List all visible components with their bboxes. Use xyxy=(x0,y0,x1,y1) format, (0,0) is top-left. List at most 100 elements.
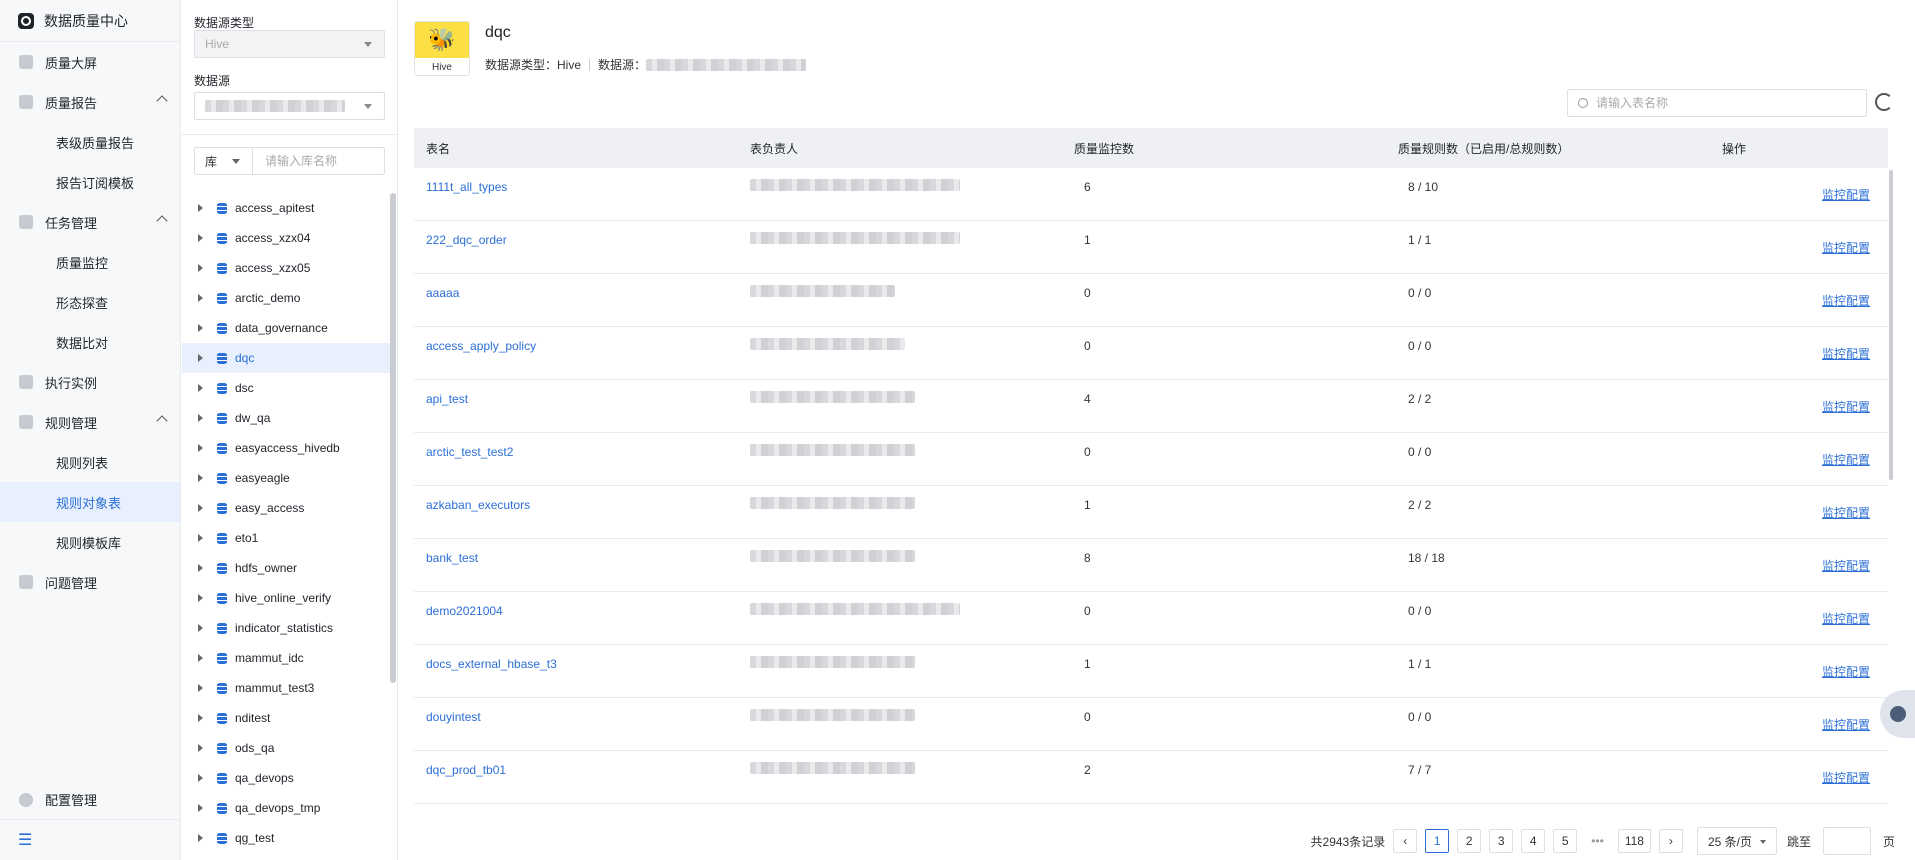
caret-right-icon[interactable] xyxy=(198,354,203,362)
tree-item[interactable]: easyaccess_hivedb xyxy=(182,433,392,463)
tree-item[interactable]: dsc xyxy=(182,373,392,403)
monitor-config-link[interactable]: 监控配置 xyxy=(1710,168,1888,203)
nav-subitem[interactable]: 规则模板库 xyxy=(0,522,180,562)
db-search-input[interactable] xyxy=(253,154,383,168)
nav-subitem[interactable]: 规则列表 xyxy=(0,442,180,482)
caret-right-icon[interactable] xyxy=(198,204,203,212)
next-page-button[interactable]: › xyxy=(1658,829,1683,853)
tree-item[interactable]: qg_test xyxy=(182,823,392,853)
page-button[interactable]: 3 xyxy=(1489,829,1514,853)
tree-item[interactable]: qa_devops xyxy=(182,763,392,793)
nav-item-2[interactable]: 任务管理 xyxy=(0,202,180,242)
tree-item[interactable]: indicator_statistics xyxy=(182,613,392,643)
table-name-link[interactable]: aaaaa xyxy=(414,274,738,300)
nav-item-0[interactable]: 质量大屏 xyxy=(0,42,180,82)
caret-right-icon[interactable] xyxy=(198,234,203,242)
caret-right-icon[interactable] xyxy=(198,294,203,302)
tree-item[interactable]: access_xzx05 xyxy=(182,253,392,283)
refresh-icon[interactable] xyxy=(1875,93,1893,111)
monitor-config-link[interactable]: 监控配置 xyxy=(1710,592,1888,627)
caret-right-icon[interactable] xyxy=(198,414,203,422)
prev-page-button[interactable]: ‹ xyxy=(1393,829,1418,853)
tree-item[interactable]: arctic_demo xyxy=(182,283,392,313)
page-size-select[interactable]: 25 条/页 xyxy=(1696,827,1777,855)
monitor-config-link[interactable]: 监控配置 xyxy=(1710,486,1888,521)
nav-subitem[interactable]: 数据比对 xyxy=(0,322,180,362)
tree-item[interactable]: mammut_test3 xyxy=(182,673,392,703)
table-search-input[interactable] xyxy=(1596,96,1856,110)
caret-right-icon[interactable] xyxy=(198,684,203,692)
caret-right-icon[interactable] xyxy=(198,654,203,662)
table-name-link[interactable]: douyintest xyxy=(414,698,738,724)
table-name-link[interactable]: arctic_test_test2 xyxy=(414,433,738,459)
nav-subitem[interactable]: 形态探查 xyxy=(0,282,180,322)
caret-right-icon[interactable] xyxy=(198,714,203,722)
monitor-config-link[interactable]: 监控配置 xyxy=(1710,274,1888,309)
nav-item-4[interactable]: 规则管理 xyxy=(0,402,180,442)
page-button[interactable]: 1 xyxy=(1425,829,1450,853)
page-button[interactable]: 4 xyxy=(1521,829,1546,853)
caret-right-icon[interactable] xyxy=(198,834,203,842)
caret-right-icon[interactable] xyxy=(198,624,203,632)
tree-item[interactable]: easyeagle xyxy=(182,463,392,493)
table-name-link[interactable]: 1111t_all_types xyxy=(414,168,738,194)
page-button[interactable]: 2 xyxy=(1457,829,1482,853)
page-ellipsis[interactable]: ••• xyxy=(1585,829,1610,853)
tree-item[interactable]: dw_qa xyxy=(182,403,392,433)
tree-item[interactable]: qa_devops_tmp xyxy=(182,793,392,823)
caret-right-icon[interactable] xyxy=(198,594,203,602)
db-kind-select[interactable]: 库 xyxy=(195,148,253,174)
tree-item[interactable]: ods_qa xyxy=(182,733,392,763)
table-scrollbar[interactable] xyxy=(1889,170,1893,480)
tree-item[interactable]: mammut_idc xyxy=(182,643,392,673)
monitor-config-link[interactable]: 监控配置 xyxy=(1710,327,1888,362)
nav-subitem[interactable]: 质量监控 xyxy=(0,242,180,282)
datasource-select[interactable] xyxy=(194,92,385,120)
caret-right-icon[interactable] xyxy=(198,324,203,332)
caret-right-icon[interactable] xyxy=(198,774,203,782)
tree-item[interactable]: eto1 xyxy=(182,523,392,553)
monitor-config-link[interactable]: 监控配置 xyxy=(1710,221,1888,256)
caret-right-icon[interactable] xyxy=(198,444,203,452)
table-name-link[interactable]: 222_dqc_order xyxy=(414,221,738,247)
monitor-config-link[interactable]: 监控配置 xyxy=(1710,751,1888,786)
monitor-config-link[interactable]: 监控配置 xyxy=(1710,698,1888,733)
collapse-menu-icon[interactable]: ☰ xyxy=(0,820,180,860)
nav-subitem[interactable]: 表级质量报告 xyxy=(0,122,180,162)
tree-item[interactable]: access_xzx04 xyxy=(182,223,392,253)
table-name-link[interactable]: docs_external_hbase_t3 xyxy=(414,645,738,671)
caret-right-icon[interactable] xyxy=(198,564,203,572)
nav-item-1[interactable]: 质量报告 xyxy=(0,82,180,122)
caret-right-icon[interactable] xyxy=(198,504,203,512)
monitor-config-link[interactable]: 监控配置 xyxy=(1710,645,1888,680)
caret-right-icon[interactable] xyxy=(198,744,203,752)
table-name-link[interactable]: bank_test xyxy=(414,539,738,565)
page-button[interactable]: 5 xyxy=(1553,829,1578,853)
nav-item-3[interactable]: 执行实例 xyxy=(0,362,180,402)
nav-item-config[interactable]: 配置管理 xyxy=(0,780,180,820)
tree-item[interactable]: nditest xyxy=(182,703,392,733)
tree-item[interactable]: easy_access xyxy=(182,493,392,523)
monitor-config-link[interactable]: 监控配置 xyxy=(1710,433,1888,468)
table-name-link[interactable]: demo2021004 xyxy=(414,592,738,618)
caret-right-icon[interactable] xyxy=(198,384,203,392)
monitor-config-link[interactable]: 监控配置 xyxy=(1710,539,1888,574)
tree-item[interactable]: hive_online_verify xyxy=(182,583,392,613)
table-name-link[interactable]: access_apply_policy xyxy=(414,327,738,353)
table-name-link[interactable]: azkaban_executors xyxy=(414,486,738,512)
tree-scrollbar[interactable] xyxy=(390,193,396,683)
tree-item[interactable]: access_apitest xyxy=(182,193,392,223)
nav-subitem[interactable]: 报告订阅模板 xyxy=(0,162,180,202)
page-last[interactable]: 118 xyxy=(1617,829,1651,853)
tree-item[interactable]: dqc xyxy=(182,343,392,373)
table-name-link[interactable]: api_test xyxy=(414,380,738,406)
caret-right-icon[interactable] xyxy=(198,804,203,812)
table-name-link[interactable]: dqc_prod_tb01 xyxy=(414,751,738,777)
tree-item[interactable]: data_governance xyxy=(182,313,392,343)
jump-page-input[interactable] xyxy=(1822,827,1871,855)
caret-right-icon[interactable] xyxy=(198,474,203,482)
monitor-config-link[interactable]: 监控配置 xyxy=(1710,380,1888,415)
tree-item[interactable]: hdfs_owner xyxy=(182,553,392,583)
nav-subitem[interactable]: 规则对象表 xyxy=(0,482,180,522)
caret-right-icon[interactable] xyxy=(198,534,203,542)
